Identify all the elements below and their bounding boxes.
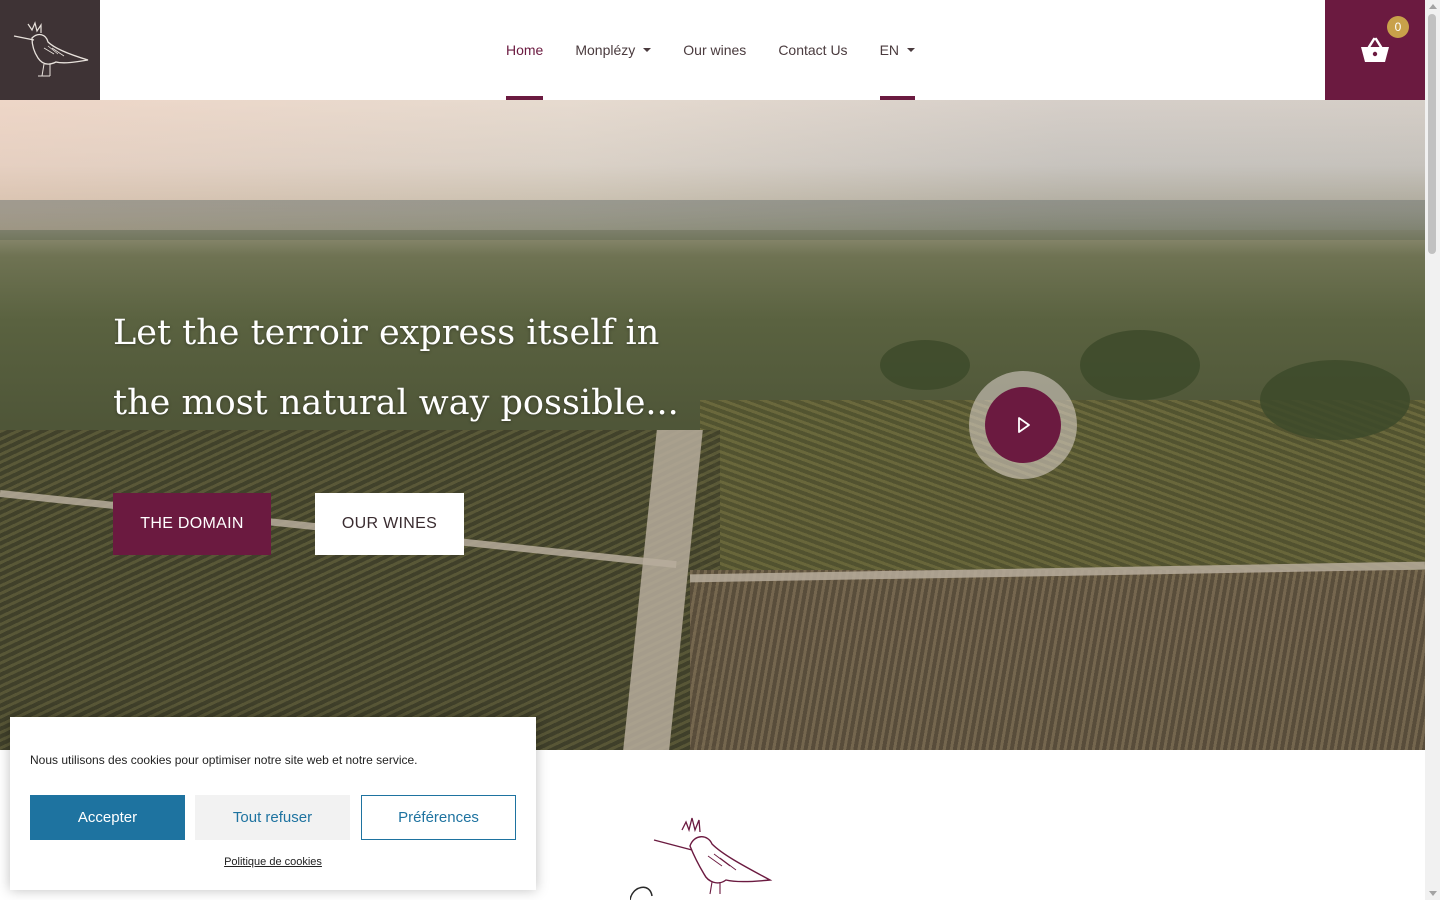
- nav-our-wines-label: Our wines: [683, 42, 747, 58]
- cookie-message: Nous utilisons des cookies pour optimise…: [30, 753, 418, 767]
- main-nav: Home Monplézy Our wines Contact Us EN: [490, 0, 931, 100]
- site-header: Home Monplézy Our wines Contact Us EN 0: [0, 0, 1425, 100]
- caret-down-icon: [907, 48, 916, 52]
- basket-icon: [1361, 37, 1389, 62]
- cart-count-badge: 0: [1387, 16, 1409, 38]
- nav-active-indicator: [506, 96, 544, 100]
- play-button-circle: [985, 387, 1061, 463]
- logo[interactable]: [0, 0, 100, 100]
- nav-contact[interactable]: Contact Us: [762, 0, 863, 100]
- our-wines-button[interactable]: OUR WINES: [315, 493, 464, 555]
- vineyard-field: [690, 570, 1425, 750]
- cookie-policy-link[interactable]: Politique de cookies: [10, 856, 536, 868]
- hero-hills: [0, 200, 1425, 240]
- nav-our-wines[interactable]: Our wines: [667, 0, 762, 100]
- tree-cluster: [880, 340, 970, 390]
- nav-home-label: Home: [506, 42, 544, 58]
- video-play-button[interactable]: [969, 371, 1077, 479]
- cookie-preferences-button[interactable]: Préférences: [361, 795, 516, 840]
- nav-home[interactable]: Home: [490, 0, 559, 100]
- page-scrollbar[interactable]: [1425, 0, 1440, 900]
- tree-cluster: [1080, 330, 1200, 400]
- tree-cluster: [1260, 360, 1410, 440]
- vineyard-field: [0, 430, 720, 750]
- language-label: EN: [879, 42, 900, 58]
- nav-contact-label: Contact Us: [778, 42, 848, 58]
- hoopoe-bird-icon: [13, 21, 89, 77]
- cookie-consent-banner: Nous utilisons des cookies pour optimise…: [10, 717, 536, 890]
- hero-headline: Let the terroir express itself in the mo…: [113, 313, 679, 423]
- play-icon: [1018, 417, 1030, 433]
- nav-active-indicator: [879, 96, 916, 100]
- caret-down-icon: [643, 48, 652, 52]
- hoopoe-bird-illustration: [630, 817, 773, 900]
- the-domain-button[interactable]: THE DOMAIN: [113, 493, 271, 555]
- language-switcher[interactable]: EN: [864, 0, 931, 100]
- scroll-down-arrow-icon[interactable]: [1429, 891, 1437, 896]
- nav-monplezy[interactable]: Monplézy: [559, 0, 667, 100]
- hero-section: Let the terroir express itself in the mo…: [0, 100, 1425, 750]
- scroll-up-arrow-icon[interactable]: [1429, 4, 1437, 9]
- refuse-cookies-button[interactable]: Tout refuser: [195, 795, 350, 840]
- cart-button[interactable]: 0: [1325, 0, 1425, 100]
- scrollbar-thumb[interactable]: [1428, 14, 1436, 254]
- accept-cookies-button[interactable]: Accepter: [30, 795, 185, 840]
- nav-monplezy-label: Monplézy: [575, 42, 636, 58]
